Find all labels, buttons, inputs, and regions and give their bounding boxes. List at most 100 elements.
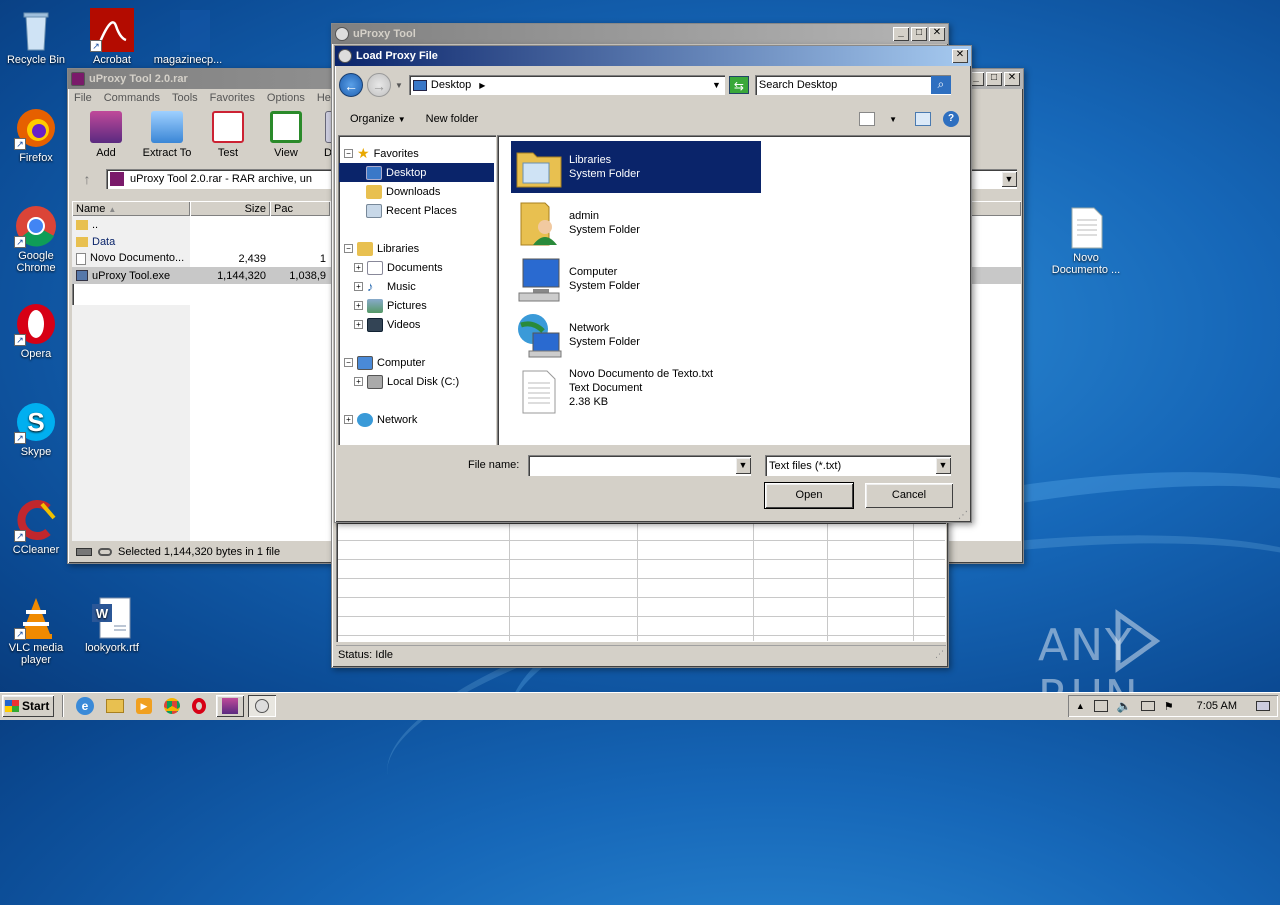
nav-documents[interactable]: + Documents <box>354 258 443 277</box>
close-button[interactable]: ✕ <box>929 27 945 41</box>
menu-file[interactable]: File <box>74 92 92 104</box>
expand-icon[interactable]: + <box>344 415 353 424</box>
collapse-icon[interactable]: − <box>344 358 353 367</box>
uproxy-titlebar[interactable]: uProxy Tool _ □ ✕ <box>332 24 948 44</box>
desktop-icon-recycle-bin[interactable]: Recycle Bin <box>0 8 72 66</box>
taskbar-uproxy-button[interactable] <box>248 695 276 717</box>
close-button[interactable]: ✕ <box>1004 72 1020 86</box>
open-button[interactable]: Open <box>764 482 854 509</box>
toolbar-extract-button[interactable]: Extract To <box>136 111 198 163</box>
desktop-icon-vlc[interactable]: ↗ VLC media player <box>0 596 72 666</box>
toolbar-view-button[interactable]: View <box>258 111 314 163</box>
desktop-icon-skype[interactable]: S ↗ Skype <box>0 400 72 458</box>
column-packed[interactable]: Pac <box>270 201 330 216</box>
collapse-icon[interactable]: − <box>344 244 353 253</box>
volume-icon[interactable]: 🔈 <box>1117 699 1132 713</box>
desktop-icon-magazine[interactable]: magazinecp... <box>152 8 224 66</box>
minimize-button[interactable]: _ <box>893 27 909 41</box>
desktop-icon-ccleaner[interactable]: ↗ CCleaner <box>0 498 72 556</box>
filename-field[interactable]: ▼ <box>528 455 751 476</box>
file-item-admin[interactable]: admin System Folder <box>511 197 761 249</box>
nav-recent-places[interactable]: Recent Places <box>366 201 457 220</box>
new-folder-button[interactable]: New folder <box>426 113 479 125</box>
display-tray-icon[interactable] <box>1140 701 1155 711</box>
breadcrumb-chevron-icon[interactable]: ▶ <box>479 81 485 90</box>
search-field[interactable]: Search Desktop ⌕ <box>754 75 951 95</box>
filename-dropdown-icon[interactable]: ▼ <box>735 457 751 474</box>
desktop-icon-firefox[interactable]: ↗ Firefox <box>0 106 72 164</box>
nav-downloads[interactable]: Downloads <box>366 182 440 201</box>
back-button[interactable]: ← <box>339 73 363 97</box>
taskbar-winrar-button[interactable] <box>216 695 244 717</box>
action-center-flag-icon[interactable]: ⚑ <box>1164 700 1174 713</box>
desktop-icon-novo-documento[interactable]: Novo Documento ... <box>1050 206 1122 276</box>
desktop-icon-lookyork[interactable]: W lookyork.rtf <box>76 596 148 654</box>
network-tray-icon[interactable] <box>1093 700 1108 712</box>
nav-local-disk[interactable]: + Local Disk (C:) <box>354 372 459 391</box>
clock[interactable]: 7:05 AM <box>1197 700 1237 712</box>
refresh-button[interactable]: ⇆ <box>728 76 749 94</box>
nav-network[interactable]: + Network <box>344 410 417 429</box>
expand-icon[interactable]: + <box>354 301 363 310</box>
nav-computer[interactable]: − Computer <box>344 353 425 372</box>
tray-expand-icon[interactable]: ▲ <box>1076 701 1085 711</box>
nav-music[interactable]: + ♪ Music <box>354 277 416 296</box>
desktop-icon-chrome[interactable]: ↗ Google Chrome <box>0 204 72 274</box>
maximize-button[interactable]: □ <box>986 72 1002 86</box>
desktop-icon-acrobat[interactable]: ↗ Acrobat <box>76 8 148 66</box>
forward-button[interactable]: → <box>367 73 391 97</box>
dialog-titlebar[interactable]: Load Proxy File ✕ <box>335 46 971 66</box>
load-proxy-dialog[interactable]: Load Proxy File ✕ ← → ▼ Desktop ▶ ▼ ⇆ Se… <box>334 45 972 523</box>
file-item-network[interactable]: Network System Folder <box>511 309 761 361</box>
nav-videos[interactable]: + Videos <box>354 315 420 334</box>
explorer-quicklaunch-icon[interactable] <box>106 699 124 713</box>
nav-favorites[interactable]: − ★ Favorites <box>344 144 419 163</box>
chevron-down-icon[interactable]: ▼ <box>1001 171 1017 187</box>
toolbar-test-button[interactable]: Test <box>200 111 256 163</box>
desktop-icon-opera[interactable]: ↗ Opera <box>0 302 72 360</box>
column-size[interactable]: Size <box>190 201 270 216</box>
expand-icon[interactable]: + <box>354 320 363 329</box>
show-desktop-icon[interactable] <box>1256 701 1270 711</box>
start-button[interactable]: Start <box>2 695 54 717</box>
search-icon[interactable]: ⌕ <box>930 76 951 94</box>
file-item-libraries[interactable]: Libraries System Folder <box>511 141 761 193</box>
location-dropdown-icon[interactable]: ▼ <box>712 80 721 90</box>
view-chevron-icon[interactable]: ▼ <box>889 115 897 124</box>
media-player-quicklaunch-icon[interactable]: ▶ <box>136 698 152 714</box>
collapse-icon[interactable]: − <box>344 149 353 158</box>
file-item-computer[interactable]: Computer System Folder <box>511 253 761 305</box>
proxy-grid[interactable] <box>336 522 946 642</box>
expand-icon[interactable]: + <box>354 263 363 272</box>
menu-options[interactable]: Options <box>267 92 305 104</box>
help-icon[interactable]: ? <box>943 111 959 127</box>
ie-quicklaunch-icon[interactable]: e <box>76 697 94 715</box>
resize-grip-icon[interactable]: ⋰ <box>958 510 968 521</box>
filter-dropdown-icon[interactable]: ▼ <box>935 457 951 474</box>
view-options-icon[interactable] <box>859 112 876 126</box>
up-arrow-icon[interactable]: ↑ <box>74 171 100 187</box>
cancel-button[interactable]: Cancel <box>865 483 953 508</box>
location-field[interactable]: Desktop ▶ ▼ <box>408 75 725 95</box>
toolbar-add-button[interactable]: Add <box>78 111 134 163</box>
file-type-select[interactable]: Text files (*.txt) ▼ <box>765 455 951 476</box>
file-item-novo-documento[interactable]: Novo Documento de Texto.txt Text Documen… <box>511 365 781 417</box>
nav-libraries[interactable]: − Libraries <box>344 239 419 258</box>
expand-icon[interactable]: + <box>354 377 363 386</box>
chrome-quicklaunch-icon[interactable] <box>164 698 180 714</box>
opera-quicklaunch-icon[interactable] <box>192 698 206 714</box>
maximize-button[interactable]: □ <box>911 27 927 41</box>
history-chevron-icon[interactable]: ▼ <box>395 81 403 90</box>
preview-pane-icon[interactable] <box>915 112 931 126</box>
column-name[interactable]: Name ▲ <box>72 201 190 216</box>
menu-commands[interactable]: Commands <box>104 92 160 104</box>
close-button[interactable]: ✕ <box>952 49 968 63</box>
menu-favorites[interactable]: Favorites <box>210 92 255 104</box>
nav-desktop[interactable]: Desktop <box>339 163 494 182</box>
view-book-icon <box>270 111 302 143</box>
menu-tools[interactable]: Tools <box>172 92 198 104</box>
expand-icon[interactable]: + <box>354 282 363 291</box>
resize-grip-icon[interactable]: ⋰ <box>935 649 944 660</box>
nav-pictures[interactable]: + Pictures <box>354 296 427 315</box>
organize-button[interactable]: Organize ▼ <box>350 113 406 125</box>
